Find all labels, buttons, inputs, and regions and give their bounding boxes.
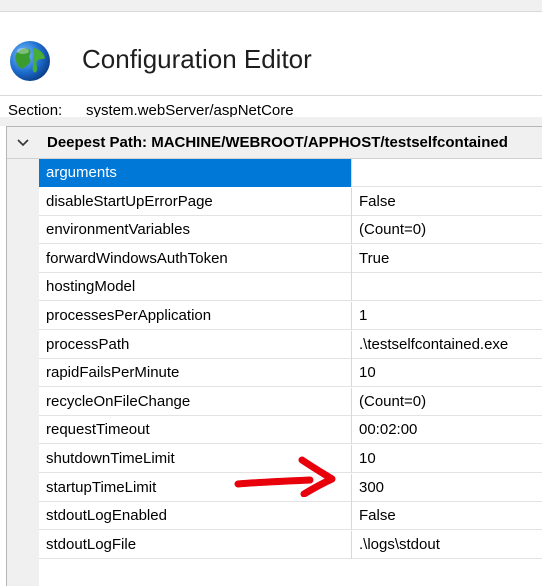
table-row[interactable]: stdoutLogEnabled False: [39, 502, 542, 531]
table-row[interactable]: stdoutLogFile .\logs\stdout: [39, 530, 542, 559]
property-value[interactable]: 1: [353, 302, 542, 330]
window-top-strip: [0, 0, 542, 12]
table-row[interactable]: arguments: [39, 159, 542, 187]
property-value[interactable]: 10: [353, 445, 542, 473]
property-value[interactable]: 300: [353, 474, 542, 502]
property-name[interactable]: requestTimeout: [39, 416, 352, 445]
property-name[interactable]: disableStartUpErrorPage: [39, 187, 352, 216]
group-label: Deepest Path: MACHINE/WEBROOT/APPHOST/te…: [47, 134, 508, 151]
property-value[interactable]: (Count=0): [353, 216, 542, 244]
group-header[interactable]: Deepest Path: MACHINE/WEBROOT/APPHOST/te…: [7, 127, 542, 159]
property-value[interactable]: [353, 159, 542, 187]
page-header: Configuration Editor Section: system.web…: [0, 12, 542, 125]
property-name[interactable]: shutdownTimeLimit: [39, 445, 352, 473]
table-row[interactable]: rapidFailsPerMinute 10: [39, 359, 542, 388]
property-value[interactable]: [353, 273, 542, 301]
table-row[interactable]: recycleOnFileChange (Count=0): [39, 387, 542, 416]
table-row[interactable]: environmentVariables (Count=0): [39, 216, 542, 245]
property-name[interactable]: processPath: [39, 330, 352, 359]
property-name[interactable]: environmentVariables: [39, 216, 352, 245]
property-value[interactable]: False: [353, 188, 542, 216]
property-grid[interactable]: Deepest Path: MACHINE/WEBROOT/APPHOST/te…: [6, 126, 542, 586]
property-name[interactable]: startupTimeLimit: [39, 473, 352, 502]
property-name[interactable]: forwardWindowsAuthToken: [39, 244, 352, 273]
property-value[interactable]: False: [353, 502, 542, 530]
table-row[interactable]: shutdownTimeLimit 10: [39, 445, 542, 473]
property-value[interactable]: .\testselfcontained.exe: [353, 331, 542, 359]
page-title: Configuration Editor: [82, 44, 312, 74]
grid-gutter: [7, 159, 39, 586]
property-value[interactable]: (Count=0): [353, 388, 542, 416]
table-row[interactable]: forwardWindowsAuthToken True: [39, 244, 542, 273]
property-value[interactable]: .\logs\stdout: [353, 531, 542, 559]
table-row[interactable]: requestTimeout 00:02:00: [39, 416, 542, 445]
property-name[interactable]: stdoutLogEnabled: [39, 502, 352, 531]
table-row[interactable]: processPath .\testselfcontained.exe: [39, 330, 542, 359]
property-value[interactable]: 00:02:00: [353, 416, 542, 444]
separator: [0, 117, 542, 126]
property-name[interactable]: rapidFailsPerMinute: [39, 359, 352, 388]
table-row[interactable]: disableStartUpErrorPage False: [39, 187, 542, 216]
property-name[interactable]: recycleOnFileChange: [39, 387, 352, 416]
table-row[interactable]: startupTimeLimit 300: [39, 473, 542, 502]
table-row[interactable]: processesPerApplication 1: [39, 302, 542, 330]
globe-icon: [10, 41, 50, 81]
property-value[interactable]: True: [353, 245, 542, 273]
property-name[interactable]: hostingModel: [39, 273, 352, 302]
table-row[interactable]: hostingModel: [39, 273, 542, 302]
property-name[interactable]: stdoutLogFile: [39, 530, 352, 559]
property-name[interactable]: arguments: [39, 159, 352, 187]
property-name[interactable]: processesPerApplication: [39, 302, 352, 330]
chevron-down-icon[interactable]: [16, 137, 30, 149]
property-value[interactable]: 10: [353, 359, 542, 387]
